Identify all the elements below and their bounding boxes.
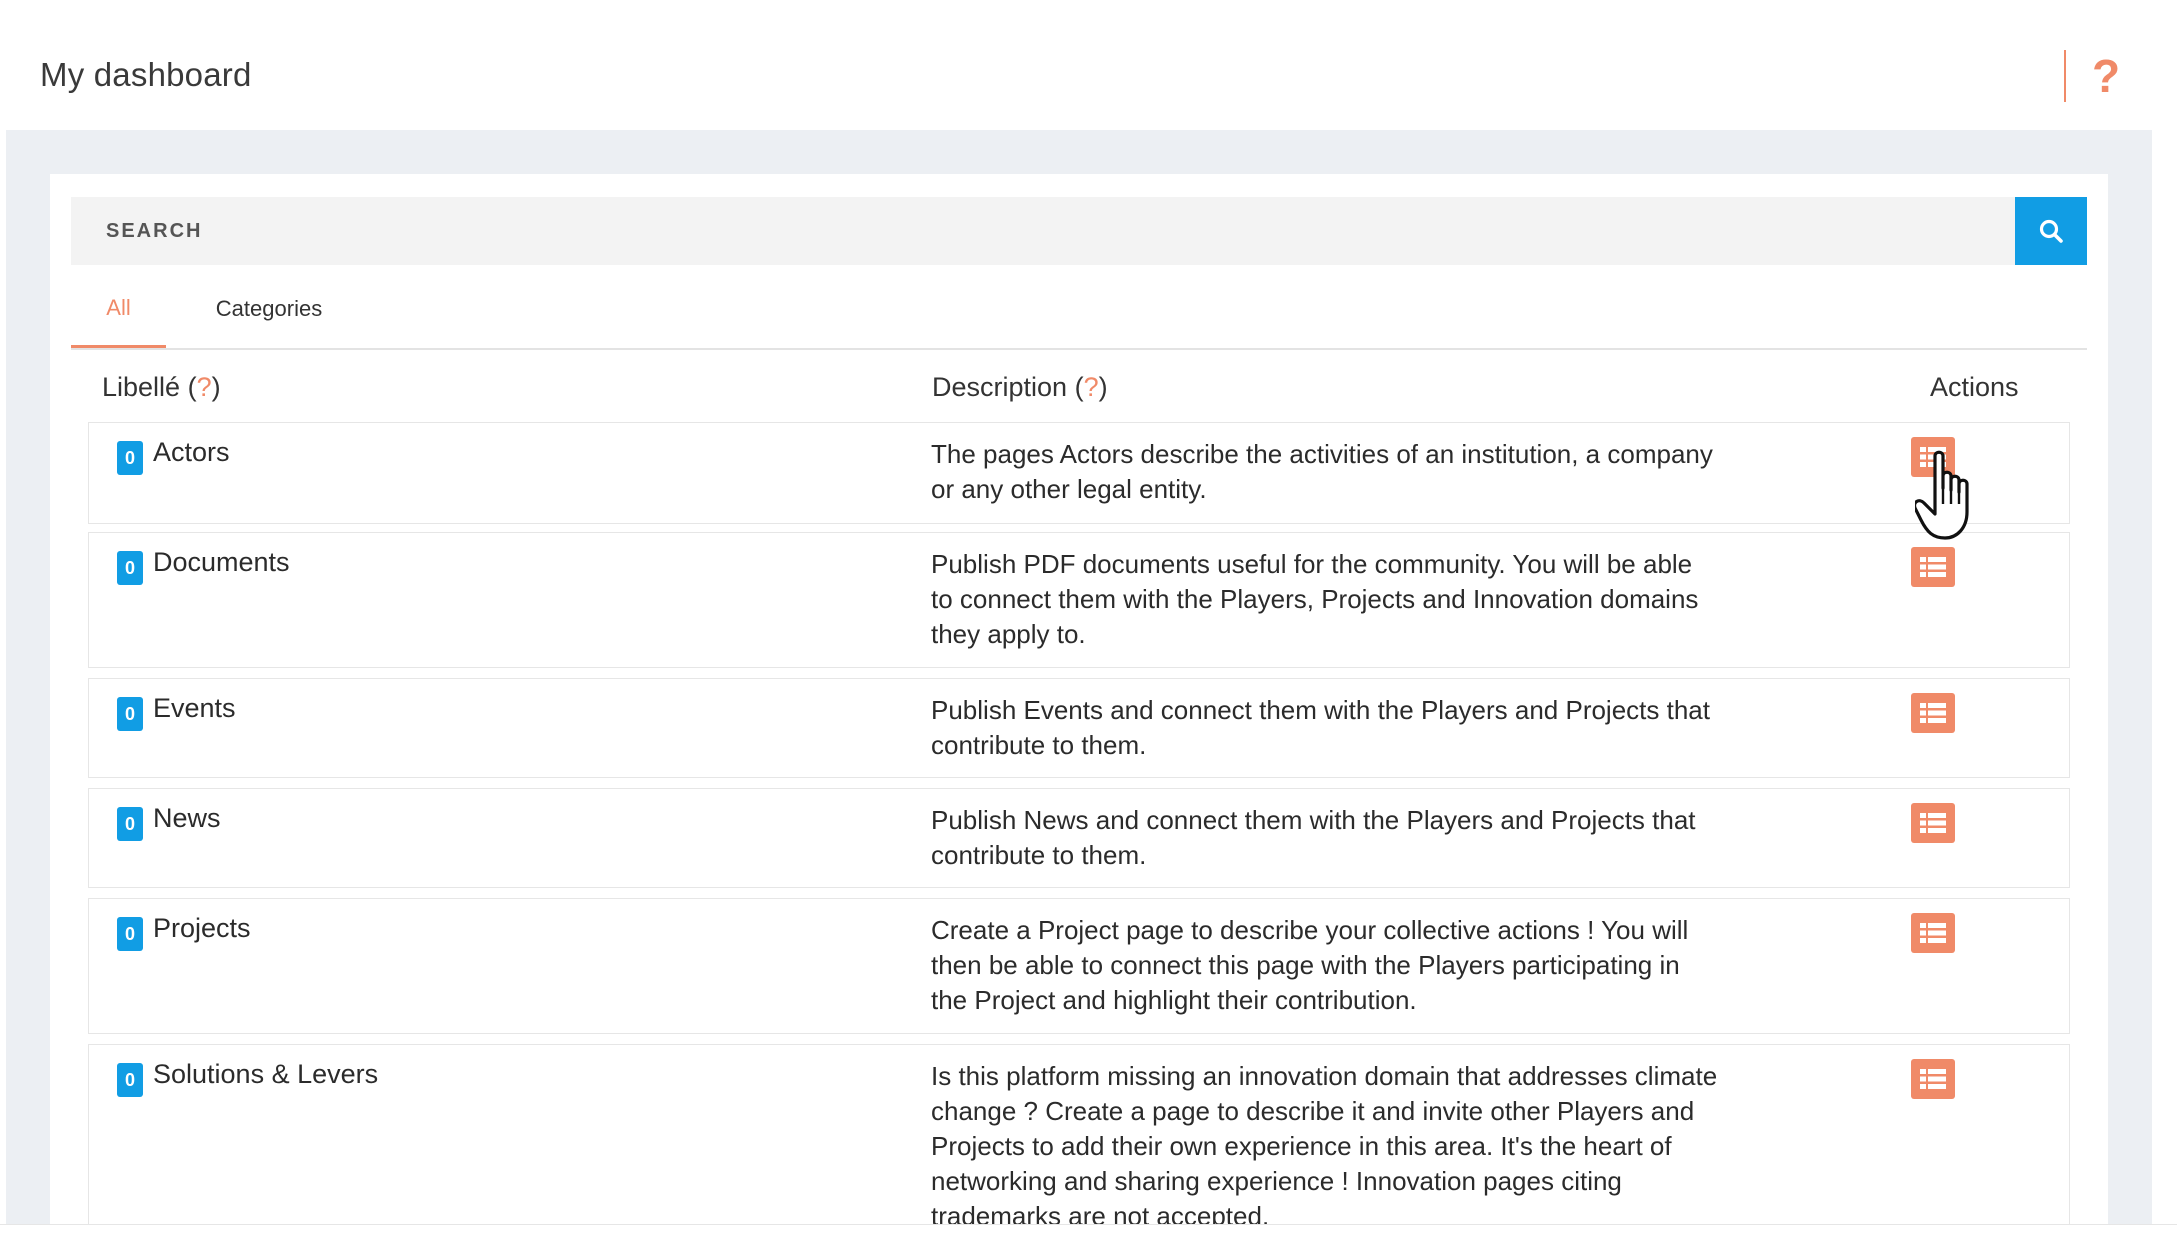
- count-badge: 0: [117, 1063, 143, 1097]
- tab-bar: All Categories: [71, 270, 2087, 350]
- table-row: 0 Documents Publish PDF documents useful…: [88, 532, 2070, 668]
- search-button[interactable]: [2015, 197, 2087, 265]
- row-label: Projects: [153, 913, 251, 943]
- row-label: News: [153, 803, 221, 833]
- column-header-description: Description (?): [932, 372, 1108, 402]
- count-badge: 0: [117, 807, 143, 841]
- table-row: 0 News Publish News and connect them wit…: [88, 788, 2070, 888]
- row-description: Publish News and connect them with the P…: [931, 805, 1696, 870]
- search-input[interactable]: [71, 197, 2015, 265]
- tab-categories[interactable]: Categories: [189, 270, 349, 348]
- row-description: Publish Events and connect them with the…: [931, 695, 1710, 760]
- count-badge: 0: [117, 551, 143, 585]
- list-action-button[interactable]: [1911, 547, 1955, 587]
- column-header-label: Libellé (?): [102, 372, 221, 402]
- list-action-button[interactable]: [1911, 803, 1955, 843]
- top-bar: My dashboard ?: [0, 0, 2177, 130]
- table-header: Libellé (?) Description (?) Actions: [50, 362, 2108, 412]
- row-description: Publish PDF documents useful for the com…: [931, 549, 1699, 649]
- content-panel: All Categories Libellé (?) Description (…: [6, 130, 2152, 1232]
- table-row: 0 Actors The pages Actors describe the a…: [88, 422, 2070, 524]
- list-action-button[interactable]: [1911, 1059, 1955, 1099]
- table-row: 0 Events Publish Events and connect them…: [88, 678, 2070, 778]
- row-label: Solutions & Levers: [153, 1059, 379, 1089]
- list-icon: [1920, 447, 1946, 467]
- tab-all[interactable]: All: [71, 270, 166, 348]
- list-icon: [1920, 1069, 1946, 1089]
- page-title: My dashboard: [40, 56, 252, 93]
- row-label: Actors: [153, 437, 230, 467]
- row-label: Events: [153, 693, 236, 723]
- column-header-description-text: Description: [932, 372, 1068, 402]
- list-icon: [1920, 703, 1946, 723]
- row-label: Documents: [153, 547, 290, 577]
- list-icon: [1920, 813, 1946, 833]
- list-action-button[interactable]: [1911, 913, 1955, 953]
- count-badge: 0: [117, 441, 143, 475]
- label-help-icon[interactable]: ?: [197, 372, 212, 402]
- table-row: 0 Projects Create a Project page to desc…: [88, 898, 2070, 1034]
- column-header-actions: Actions: [1930, 372, 2019, 402]
- list-action-button[interactable]: [1911, 693, 1955, 733]
- row-description: The pages Actors describe the activities…: [931, 439, 1713, 504]
- help-area: ?: [2064, 50, 2120, 102]
- count-badge: 0: [117, 917, 143, 951]
- table-row: 0 Solutions & Levers Is this platform mi…: [88, 1044, 2070, 1232]
- help-icon[interactable]: ?: [2092, 50, 2120, 102]
- list-icon: [1920, 923, 1946, 943]
- dashboard-card: All Categories Libellé (?) Description (…: [50, 174, 2108, 1232]
- row-description: Create a Project page to describe your c…: [931, 915, 1689, 1015]
- description-help-icon[interactable]: ?: [1084, 372, 1099, 402]
- list-action-button[interactable]: [1911, 437, 1955, 477]
- header-divider: [2064, 50, 2066, 102]
- search-icon: [2039, 219, 2063, 243]
- list-icon: [1920, 557, 1946, 577]
- column-header-label-text: Libellé: [102, 372, 181, 402]
- search-bar: [71, 197, 2087, 265]
- row-description: Is this platform missing an innovation d…: [931, 1061, 1718, 1231]
- count-badge: 0: [117, 697, 143, 731]
